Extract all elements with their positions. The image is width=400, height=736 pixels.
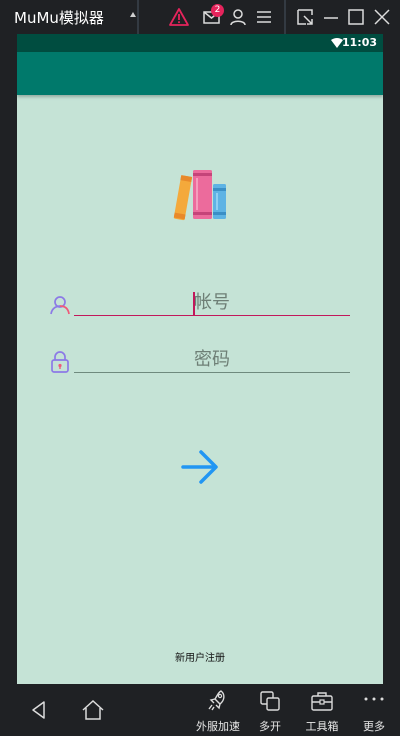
title-divider bbox=[137, 0, 139, 34]
close-icon[interactable] bbox=[371, 6, 393, 28]
toolbox-icon bbox=[311, 692, 333, 711]
status-time: 11:03 bbox=[341, 36, 377, 49]
back-icon[interactable] bbox=[30, 700, 48, 720]
notification-badge: 2 bbox=[211, 4, 224, 17]
emulator-bottom-bar: 外服加速 多开 工具箱 更多 bbox=[0, 684, 400, 736]
emulator-title: MuMu模拟器 bbox=[14, 9, 104, 27]
screen-pop-icon[interactable] bbox=[294, 6, 316, 28]
caret-up-icon[interactable] bbox=[130, 12, 136, 17]
app-bar bbox=[17, 52, 383, 95]
accelerate-button[interactable]: 外服加速 bbox=[190, 684, 246, 736]
lock-icon bbox=[51, 351, 69, 373]
toolbox-label: 工具箱 bbox=[305, 720, 339, 733]
rocket-icon bbox=[208, 690, 225, 711]
maximize-icon[interactable] bbox=[345, 6, 367, 28]
toolbox-button[interactable]: 工具箱 bbox=[300, 684, 344, 736]
accelerate-label: 外服加速 bbox=[196, 720, 240, 733]
password-input[interactable] bbox=[74, 347, 350, 371]
account-input[interactable] bbox=[74, 290, 350, 314]
account-field[interactable] bbox=[74, 290, 350, 316]
emulator-title-bar: MuMu模拟器 2 bbox=[0, 0, 400, 34]
login-arrow-button[interactable] bbox=[180, 447, 220, 487]
status-bar: 11:03 bbox=[17, 34, 383, 52]
password-underline bbox=[74, 372, 350, 373]
user-account-icon bbox=[50, 296, 70, 315]
menu-icon[interactable] bbox=[253, 6, 275, 28]
more-label: 更多 bbox=[363, 720, 385, 733]
account-underline bbox=[74, 315, 350, 316]
multi-instance-label: 多开 bbox=[259, 720, 281, 733]
books-logo-icon bbox=[173, 170, 226, 221]
text-cursor bbox=[193, 292, 195, 315]
android-screen: 11:03 帐号 新用户注册 bbox=[17, 34, 383, 684]
warning-icon[interactable] bbox=[168, 6, 190, 28]
minimize-icon[interactable] bbox=[320, 6, 342, 28]
user-icon[interactable] bbox=[227, 6, 249, 28]
home-icon[interactable] bbox=[81, 699, 105, 721]
more-button[interactable]: 更多 bbox=[358, 684, 390, 736]
multi-instance-button[interactable]: 多开 bbox=[250, 684, 290, 736]
title-divider bbox=[284, 0, 286, 34]
register-link[interactable]: 新用户注册 bbox=[17, 649, 383, 664]
multi-window-icon bbox=[260, 691, 280, 711]
more-dots-icon bbox=[364, 697, 384, 701]
password-field[interactable] bbox=[74, 347, 350, 373]
